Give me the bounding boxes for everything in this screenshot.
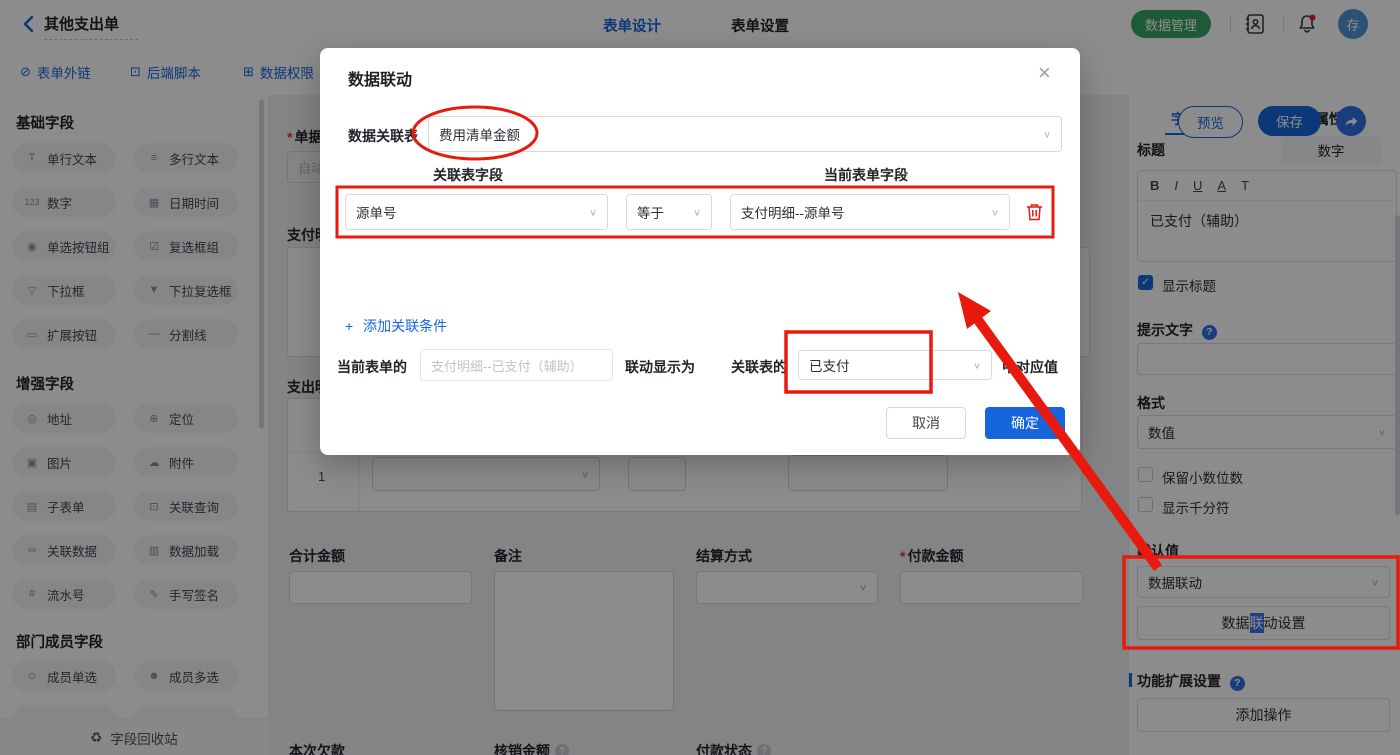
col-header-current-field: 当前表单字段	[824, 167, 908, 183]
modal-title: 数据联动	[348, 72, 413, 89]
related-table-label: 关联表的	[731, 359, 787, 375]
current-form-label: 当前表单的	[337, 359, 407, 375]
current-form-field-input: 支付明细--已支付（辅助）	[420, 349, 613, 381]
data-linkage-modal: 数据联动 × 数据关联表 费用清单金额 ∨ 关联表字段 当前表单字段 源单号 ∨…	[320, 48, 1080, 455]
plus-icon: +	[345, 318, 354, 334]
condition-operator-select[interactable]: 等于 ∨	[626, 194, 712, 230]
confirm-button[interactable]: 确定	[985, 407, 1065, 439]
chevron-down-icon: ∨	[588, 207, 597, 218]
delete-condition-icon[interactable]	[1026, 203, 1043, 226]
related-field-select[interactable]: 已支付 ∨	[798, 350, 992, 380]
col-header-relation-field: 关联表字段	[433, 167, 503, 183]
add-condition-link[interactable]: + 添加关联条件	[345, 316, 447, 336]
chevron-down-icon: ∨	[692, 207, 701, 218]
condition-target-select[interactable]: 支付明细--源单号 ∨	[730, 194, 1010, 230]
cancel-button[interactable]: 取消	[886, 407, 966, 439]
app-window: 其他支出单 表单设计 表单设置 数据管理 存 ⊘ 表单外链 ⊡ 后端脚本 ⊞ 数…	[0, 0, 1400, 755]
relation-table-label: 数据关联表	[348, 128, 418, 144]
suffix-label: 中对应值	[1002, 359, 1058, 375]
chevron-down-icon: ∨	[990, 207, 999, 218]
close-icon[interactable]: ×	[1038, 60, 1051, 86]
display-as-label: 联动显示为	[625, 359, 695, 375]
condition-field-select[interactable]: 源单号 ∨	[345, 194, 608, 230]
chevron-down-icon: ∨	[972, 360, 981, 371]
relation-table-select[interactable]: 费用清单金额 ∨	[428, 116, 1062, 152]
chevron-down-icon: ∨	[1042, 129, 1051, 140]
